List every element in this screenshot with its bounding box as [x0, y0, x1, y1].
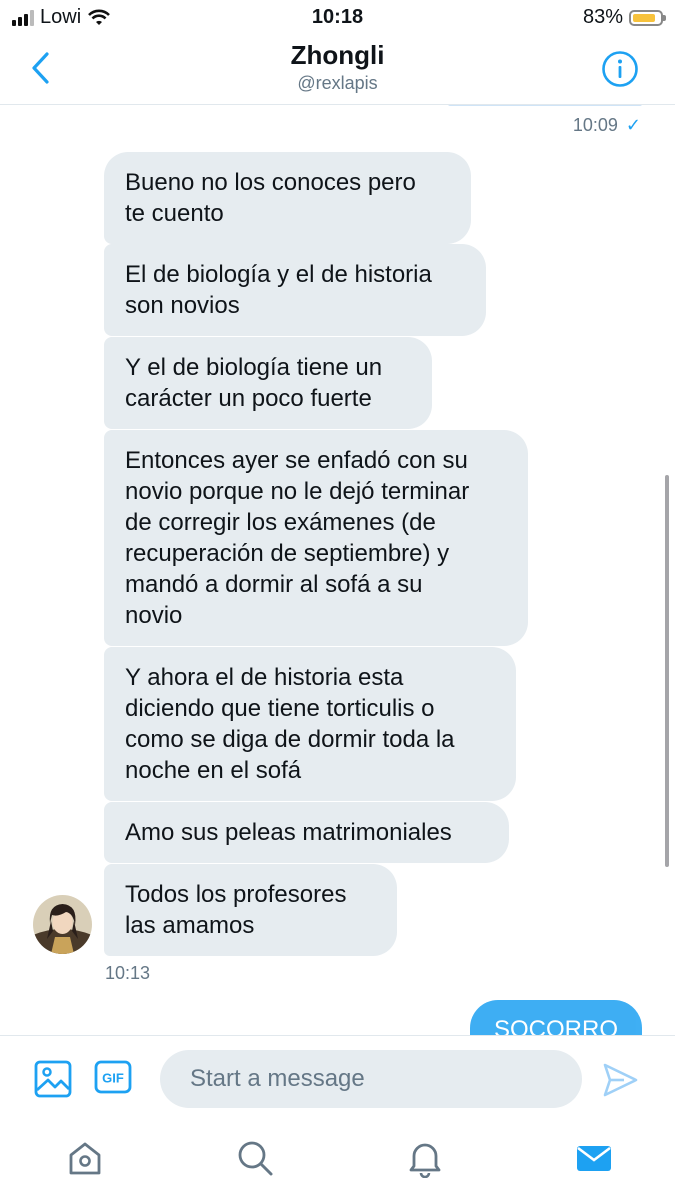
message-bubble[interactable]: Amo sus peleas matrimoniales	[104, 802, 509, 863]
tab-notifications[interactable]	[403, 1136, 447, 1180]
battery-icon	[629, 9, 666, 26]
received-timestamp: 10:13	[105, 963, 151, 983]
info-button[interactable]	[601, 50, 639, 88]
message-bubble[interactable]: Y ahora el de historia esta diciendo que…	[104, 647, 516, 801]
message-bubble[interactable]: El de biología y el de historia son novi…	[104, 244, 486, 336]
tab-messages[interactable]	[572, 1136, 616, 1180]
contact-name[interactable]: Zhongli	[0, 40, 675, 71]
gif-icon: GIF	[94, 1060, 132, 1094]
message-bubble[interactable]: Y el de biología tiene un carácter un po…	[104, 337, 432, 429]
message-bubble[interactable]: Bueno no los conoces pero te cuento	[104, 152, 471, 244]
send-icon	[603, 1063, 638, 1097]
add-photo-button[interactable]	[34, 1060, 72, 1098]
message-bubble[interactable]: Todos los profesores las amamos	[104, 864, 397, 956]
search-icon	[238, 1141, 273, 1176]
read-check-icon: ✓	[625, 115, 641, 135]
mail-icon	[577, 1146, 611, 1171]
message-input[interactable]	[160, 1050, 582, 1108]
message-bubble[interactable]: Entonces ayer se enfadó con su novio por…	[104, 430, 528, 646]
message-composer: GIF	[0, 1035, 675, 1121]
contact-avatar[interactable]	[33, 895, 92, 954]
sent-message-bubble[interactable]: SOCORRO	[470, 1000, 642, 1035]
bell-icon	[409, 1143, 441, 1178]
contact-handle: @rexlapis	[297, 73, 378, 93]
message-thread[interactable]: 10:09 ✓ Bueno no los conoces pero te cue…	[0, 105, 675, 1035]
sent-timestamp: 10:09 ✓	[572, 115, 641, 135]
clock: 10:18	[311, 6, 364, 28]
bottom-tab-bar	[0, 1120, 675, 1200]
avatar-image	[33, 895, 92, 954]
home-icon	[69, 1142, 101, 1175]
tab-home[interactable]	[63, 1136, 107, 1180]
tab-search[interactable]	[233, 1136, 277, 1180]
battery-percent: 83%	[582, 6, 623, 28]
status-bar: Lowi 10:18 83%	[0, 0, 675, 36]
send-button[interactable]	[600, 1060, 640, 1100]
previous-sent-bubble-edge	[448, 105, 642, 106]
add-gif-button[interactable]: GIF	[94, 1060, 132, 1094]
svg-text:GIF: GIF	[102, 1071, 124, 1086]
scrollbar[interactable]	[665, 475, 669, 867]
image-icon	[34, 1060, 72, 1098]
info-icon	[602, 51, 638, 87]
conversation-header: Zhongli @rexlapis	[0, 36, 675, 105]
